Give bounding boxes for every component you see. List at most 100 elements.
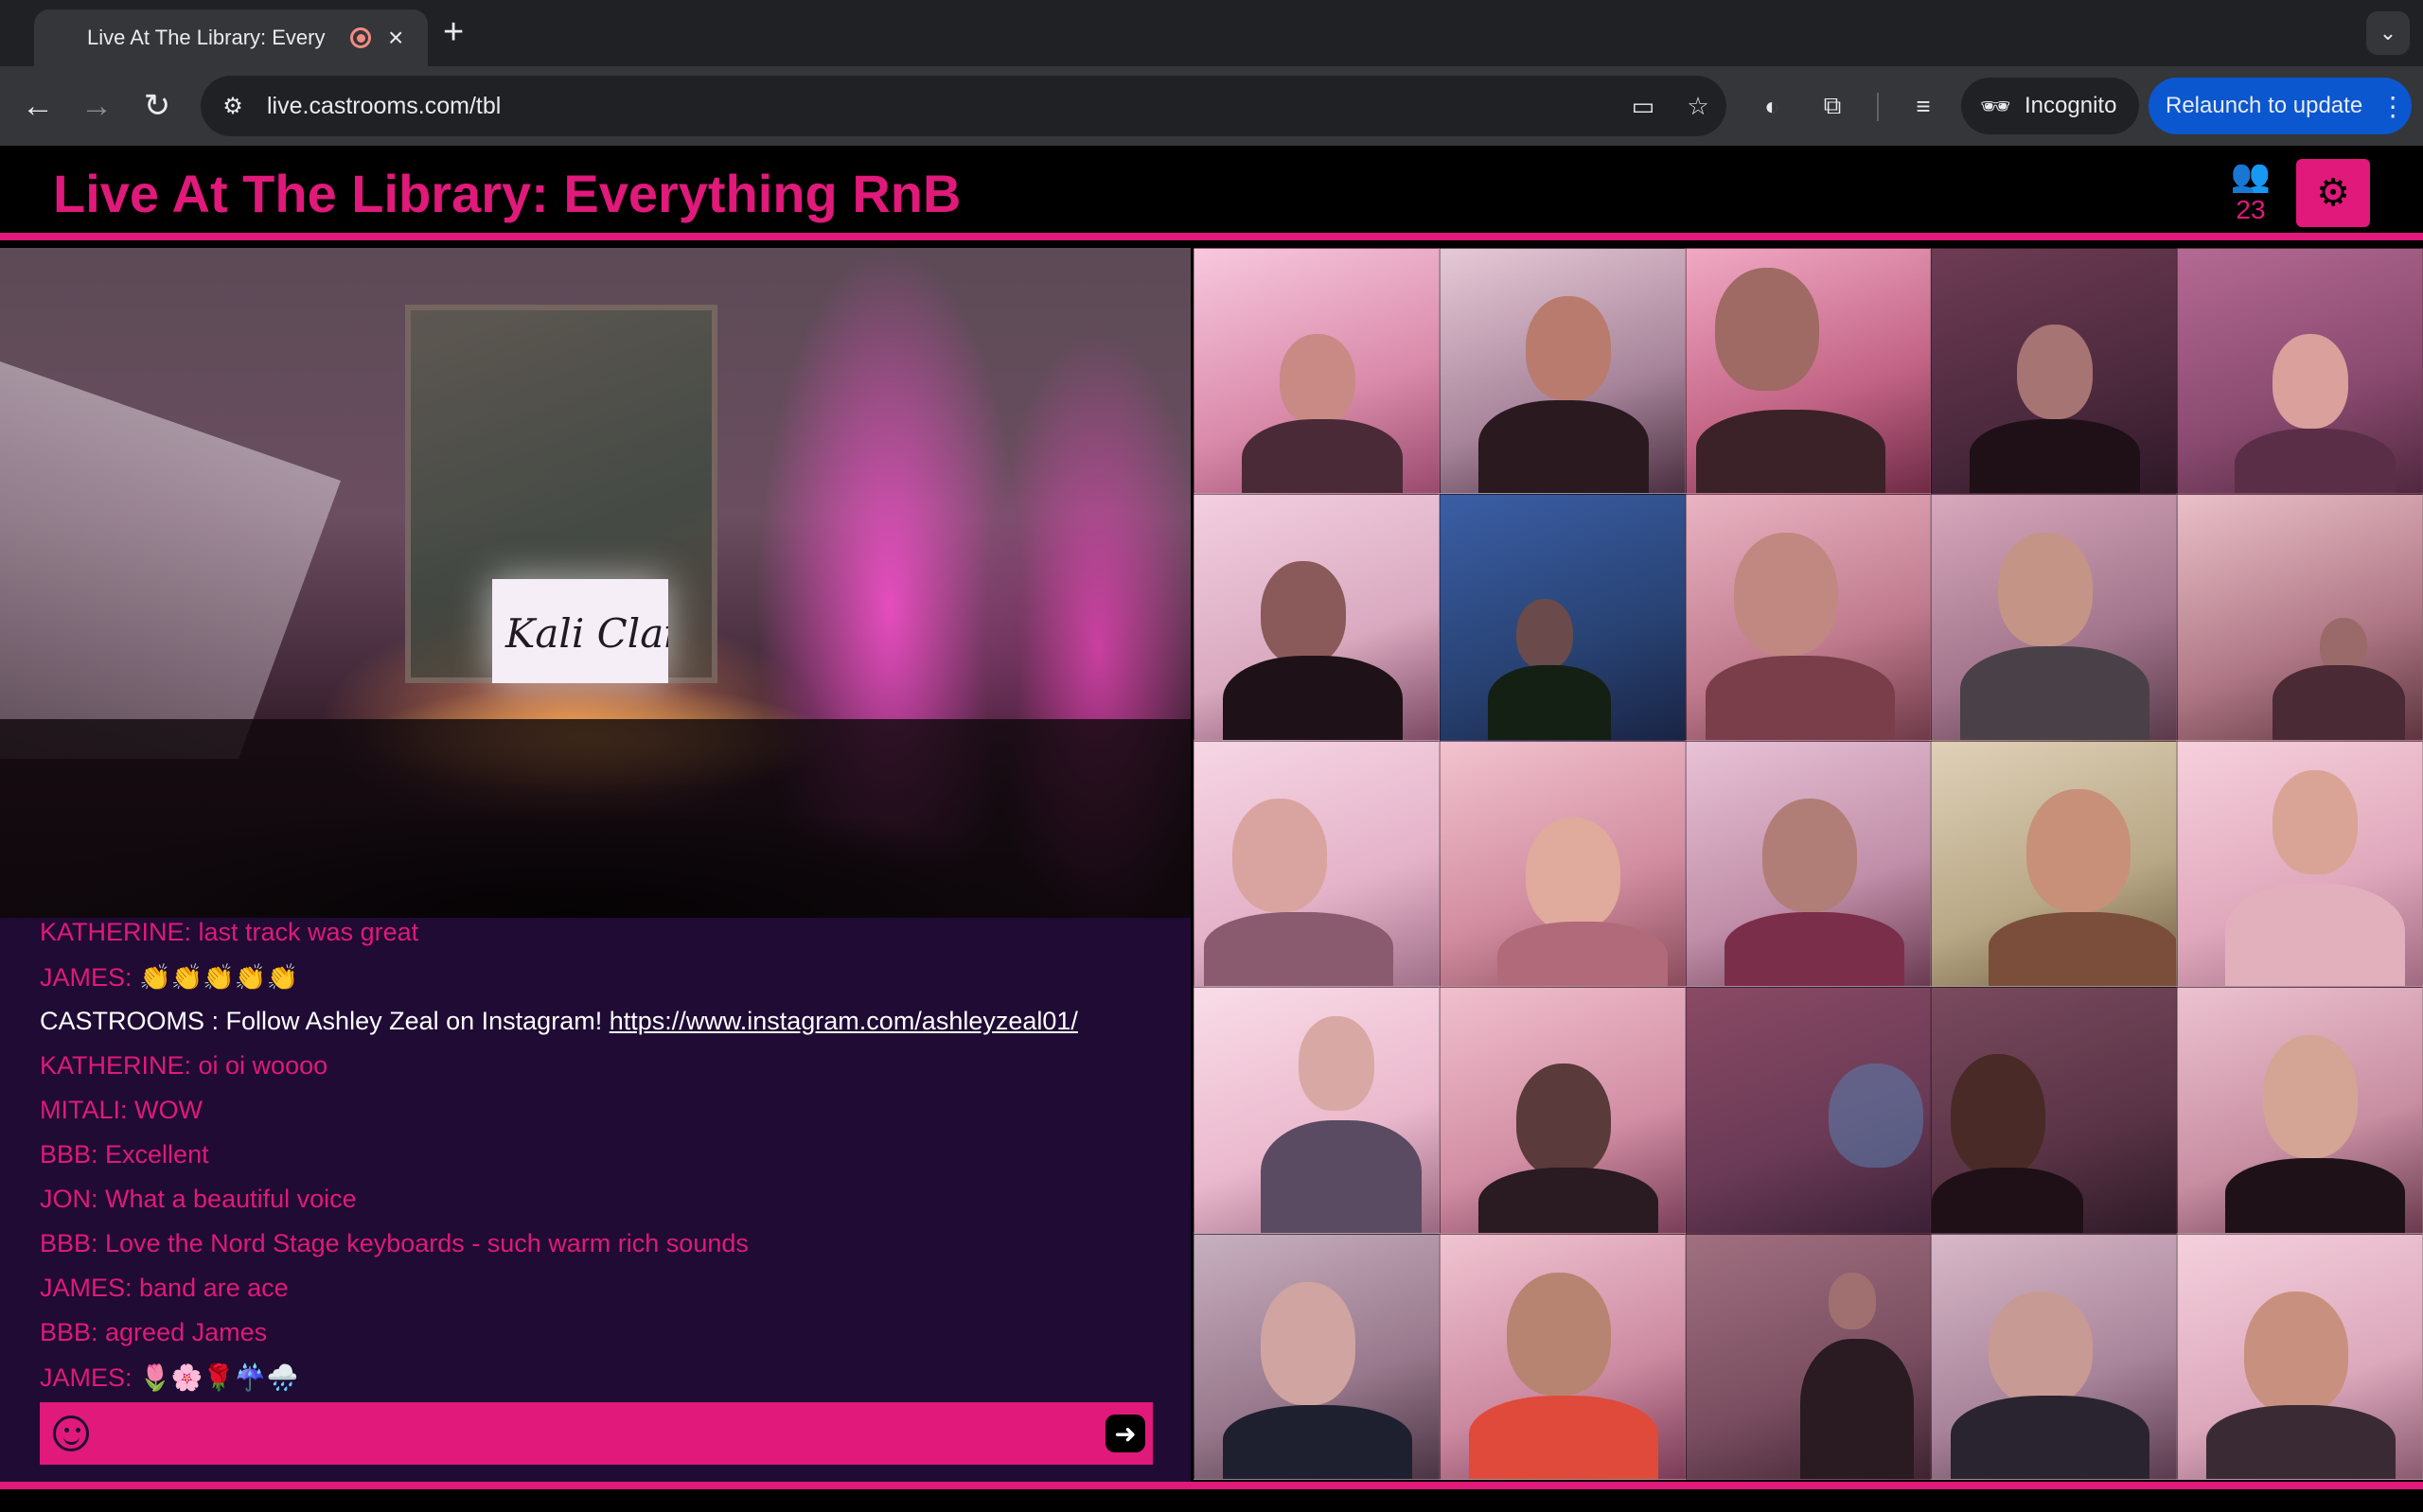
participant-video-tile[interactable] <box>1931 1233 2178 1480</box>
star-icon[interactable]: ☆ <box>1679 87 1717 125</box>
participant-body <box>1695 410 1885 494</box>
url-text: live.castrooms.com/tbl <box>267 92 502 119</box>
video-camera-icon[interactable]: ▭ <box>1624 87 1662 125</box>
participant-video-tile[interactable] <box>1194 1233 1440 1480</box>
participant-video-tile[interactable] <box>1194 248 1440 495</box>
participant-video-tile[interactable] <box>1194 494 1440 741</box>
participant-video-tile[interactable] <box>1931 248 2178 495</box>
participant-video-tile[interactable] <box>2177 740 2423 988</box>
participant-face <box>1506 1272 1611 1396</box>
participant-face <box>1261 1281 1355 1405</box>
incognito-indicator[interactable]: 🕶 Incognito <box>1961 78 2139 134</box>
forward-button[interactable]: → <box>74 83 119 129</box>
participant-video-tile[interactable] <box>1685 1233 1932 1480</box>
chat-message: JAMES: 🌷🌸🌹☔🌧️ <box>40 1363 299 1392</box>
chat-composer: ➜ <box>40 1402 1153 1465</box>
participant-face <box>1515 599 1573 670</box>
participant-body <box>1960 646 2150 740</box>
participant-video-tile[interactable] <box>1439 987 1686 1234</box>
recording-icon <box>350 27 371 48</box>
settings-button[interactable]: ⚙ <box>2296 159 2370 227</box>
browser-tab[interactable]: Live At The Library: Every × <box>34 9 428 66</box>
chat-message: MITALI: WOW <box>40 1096 203 1124</box>
puzzle-icon[interactable]: ⧉ <box>1812 85 1853 127</box>
chat-message: JON: What a beautiful voice <box>40 1185 357 1213</box>
chat-message: BBB: agreed James <box>40 1318 268 1346</box>
participant-video-tile[interactable] <box>1194 740 1440 988</box>
participant-body <box>2273 665 2406 740</box>
participant-body <box>2225 1158 2406 1233</box>
participant-video-tile[interactable] <box>1685 248 1932 495</box>
participant-face <box>2026 788 2131 912</box>
smiley-icon[interactable] <box>53 1415 89 1451</box>
chat-message: JAMES: band are ace <box>40 1274 289 1302</box>
participant-video-tile[interactable] <box>1439 494 1686 741</box>
reload-button[interactable]: ↻ <box>134 83 180 129</box>
participant-video-tile[interactable] <box>2177 248 2423 495</box>
participant-video-tile[interactable] <box>2177 1233 2423 1480</box>
participant-face <box>1998 533 2094 647</box>
tab-title: Live At The Library: Every <box>87 26 326 49</box>
back-button[interactable]: ← <box>15 83 61 129</box>
participant-video-tile[interactable] <box>2177 494 2423 741</box>
participant-face <box>1714 268 1819 391</box>
participant-video-tile[interactable] <box>2177 987 2423 1234</box>
participant-video-tile[interactable] <box>1439 1233 1686 1480</box>
participant-face <box>1299 1016 1374 1112</box>
kebab-menu-icon[interactable]: ⋮ <box>2379 91 2406 122</box>
participant-body <box>1951 1395 2150 1479</box>
relaunch-button[interactable]: Relaunch to update ⋮ <box>2149 78 2412 134</box>
send-button[interactable]: ➜ <box>1105 1415 1145 1452</box>
participant-face <box>2273 769 2359 874</box>
new-tab-button[interactable]: + <box>443 13 464 51</box>
staircase-graphic <box>0 361 341 759</box>
participant-video-tile[interactable] <box>1685 494 1932 741</box>
relaunch-label: Relaunch to update <box>2166 93 2363 118</box>
stage-video[interactable]: Kali Claire <box>0 248 1191 918</box>
incognito-icon: 🕶 <box>1980 91 2012 120</box>
page-title: Live At The Library: Everything RnB <box>53 164 962 223</box>
close-tab-icon[interactable]: × <box>388 25 403 51</box>
participant-video-tile[interactable] <box>1931 740 2178 988</box>
participant-face <box>2244 1291 2349 1415</box>
address-bar[interactable]: ⚙ live.castrooms.com/tbl ▭ ☆ <box>201 76 1726 136</box>
tab-search-button[interactable]: ⌄ <box>2366 11 2410 55</box>
tune-icon[interactable]: ⚙ <box>214 87 252 125</box>
participant-body <box>1242 419 1403 494</box>
participant-body <box>1970 419 2141 494</box>
instagram-link[interactable]: https://www.instagram.com/ashleyzeal01/ <box>610 1007 1078 1035</box>
chat-input[interactable] <box>106 1412 1081 1455</box>
chat-message: BBB: Love the Nord Stage keyboards - suc… <box>40 1229 749 1257</box>
chat-panel: KATHERINE: last track was great JAMES: 👏… <box>0 918 1191 1482</box>
participant-body <box>1487 665 1611 740</box>
participant-face <box>1951 1054 2046 1178</box>
participant-body <box>1932 1168 2084 1233</box>
participant-video-tile[interactable] <box>1685 987 1932 1234</box>
window-graphic <box>1828 1064 1923 1169</box>
participant-grid <box>1194 248 2423 1480</box>
password-manager-icon[interactable]: ◐ <box>1751 85 1793 127</box>
participant-video-tile[interactable] <box>1194 987 1440 1234</box>
participant-video-tile[interactable] <box>1685 740 1932 988</box>
participant-video-tile[interactable] <box>1439 248 1686 495</box>
participant-body <box>1496 921 1668 987</box>
participant-body <box>1989 911 2177 987</box>
participant-video-tile[interactable] <box>1439 740 1686 988</box>
viewer-count[interactable]: 👥 23 <box>2226 157 2275 225</box>
chat-message: KATHERINE: last track was great <box>40 918 419 946</box>
people-icon: 👥 <box>2230 158 2272 194</box>
incognito-label: Incognito <box>2025 93 2117 118</box>
system-message-text: CASTROOMS : Follow Ashley Zeal on Instag… <box>40 1007 610 1035</box>
participant-face <box>1232 798 1327 912</box>
footer-bar <box>0 1482 2423 1512</box>
participant-face <box>1515 1064 1611 1178</box>
svg-text:Kali Claire: Kali Claire <box>504 610 668 657</box>
participant-face <box>2263 1035 2359 1159</box>
participant-face <box>2273 334 2349 429</box>
participant-face <box>2017 325 2094 419</box>
viewer-count-value: 23 <box>2236 195 2266 224</box>
participant-video-tile[interactable] <box>1931 494 2178 741</box>
media-control-icon[interactable]: ≡ <box>1902 85 1944 127</box>
participant-face <box>1989 1291 2094 1405</box>
participant-video-tile[interactable] <box>1931 987 2178 1234</box>
